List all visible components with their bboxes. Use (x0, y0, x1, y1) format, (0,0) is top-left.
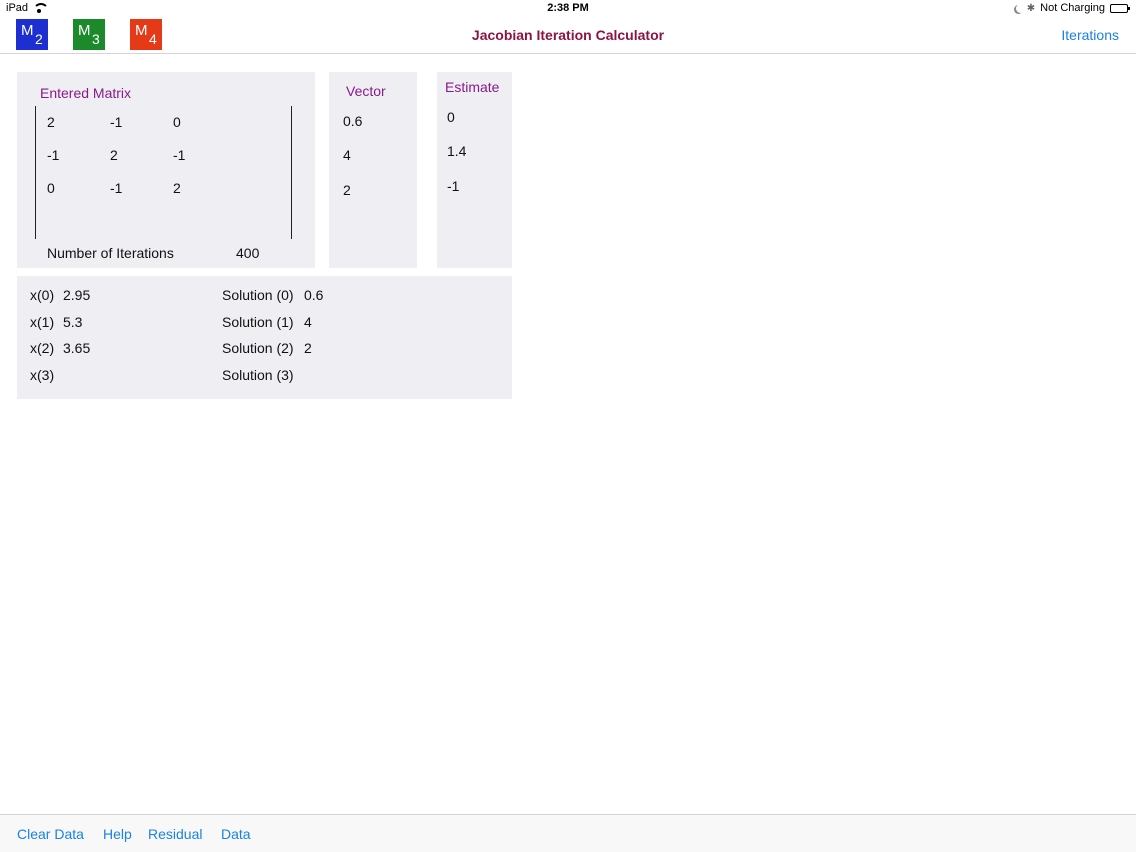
bottom-toolbar: Clear Data Help Residual Data (0, 814, 1136, 852)
status-bar: iPad 2:38 PM ✱ Not Charging (0, 0, 1136, 18)
estimate-panel-title: Estimate (445, 79, 500, 95)
matrix-left-bracket (35, 106, 36, 239)
vector-cell[interactable]: 0.6 (343, 113, 362, 129)
x-value: 3.65 (63, 340, 91, 356)
solution-label: Solution (1) (222, 314, 294, 330)
solution-label: Solution (2) (222, 340, 294, 356)
matrix-panel: Entered Matrix 2 -1 0 -1 2 -1 0 -1 2 Num… (17, 72, 315, 268)
matrix-cell[interactable]: 2 (173, 180, 181, 196)
estimate-panel: Estimate 0 1.4 -1 (437, 72, 512, 268)
vector-cell[interactable]: 4 (343, 147, 351, 163)
solution-label: Solution (0) (222, 287, 294, 303)
battery-icon (1110, 3, 1130, 13)
results-panel: x(0) 2.95 x(1) 5.3 x(2) 3.65 x(3) Soluti… (17, 276, 512, 399)
solution-value: 0.6 (304, 287, 324, 303)
estimate-cell[interactable]: 0 (447, 109, 455, 125)
iterations-label: Number of Iterations (47, 245, 174, 261)
matrix-cell[interactable]: -1 (110, 114, 122, 130)
vector-panel: Vector 0.6 4 2 (329, 72, 417, 268)
matrix-cell[interactable]: 2 (110, 147, 118, 163)
matrix-right-bracket (291, 106, 292, 239)
vector-cell[interactable]: 2 (343, 182, 351, 198)
matrix-cell[interactable]: 2 (47, 114, 55, 130)
data-button[interactable]: Data (221, 826, 251, 842)
x-label: x(1) (30, 314, 55, 330)
x-label: x(0) (30, 287, 55, 303)
matrix-cell[interactable]: 0 (173, 114, 181, 130)
matrix-cell[interactable]: -1 (173, 147, 185, 163)
matrix-cell[interactable]: -1 (47, 147, 59, 163)
solution-value: 4 (304, 314, 312, 330)
estimate-cell[interactable]: -1 (447, 178, 459, 194)
vector-panel-title: Vector (346, 83, 386, 99)
matrix-panel-title: Entered Matrix (40, 85, 132, 101)
matrix-cell[interactable]: -1 (110, 180, 122, 196)
help-button[interactable]: Help (103, 826, 132, 842)
page-title: Jacobian Iteration Calculator (471, 27, 665, 43)
solution-label: Solution (3) (222, 367, 294, 383)
solution-value: 2 (304, 340, 312, 356)
x-label: x(2) (30, 340, 55, 356)
nav-bar: M 2 M 3 M 4 Jacobian Iteration Calculato… (0, 18, 1136, 54)
estimate-cell[interactable]: 1.4 (447, 143, 466, 159)
residual-button[interactable]: Residual (148, 826, 202, 842)
x-label: x(3) (30, 367, 55, 383)
x-value: 5.3 (63, 314, 83, 330)
status-time: 2:38 PM (547, 2, 589, 14)
clear-data-button[interactable]: Clear Data (17, 826, 84, 842)
charging-status: Not Charging (1040, 2, 1105, 14)
moon-icon (1016, 4, 1025, 13)
bluetooth-icon: ✱ (1026, 2, 1036, 14)
iterations-button[interactable]: Iterations (1061, 27, 1119, 43)
matrix-cell[interactable]: 0 (47, 180, 55, 196)
status-right: ✱ Not Charging (1013, 2, 1130, 14)
iterations-value[interactable]: 400 (236, 245, 259, 261)
x-value: 2.95 (63, 287, 91, 303)
